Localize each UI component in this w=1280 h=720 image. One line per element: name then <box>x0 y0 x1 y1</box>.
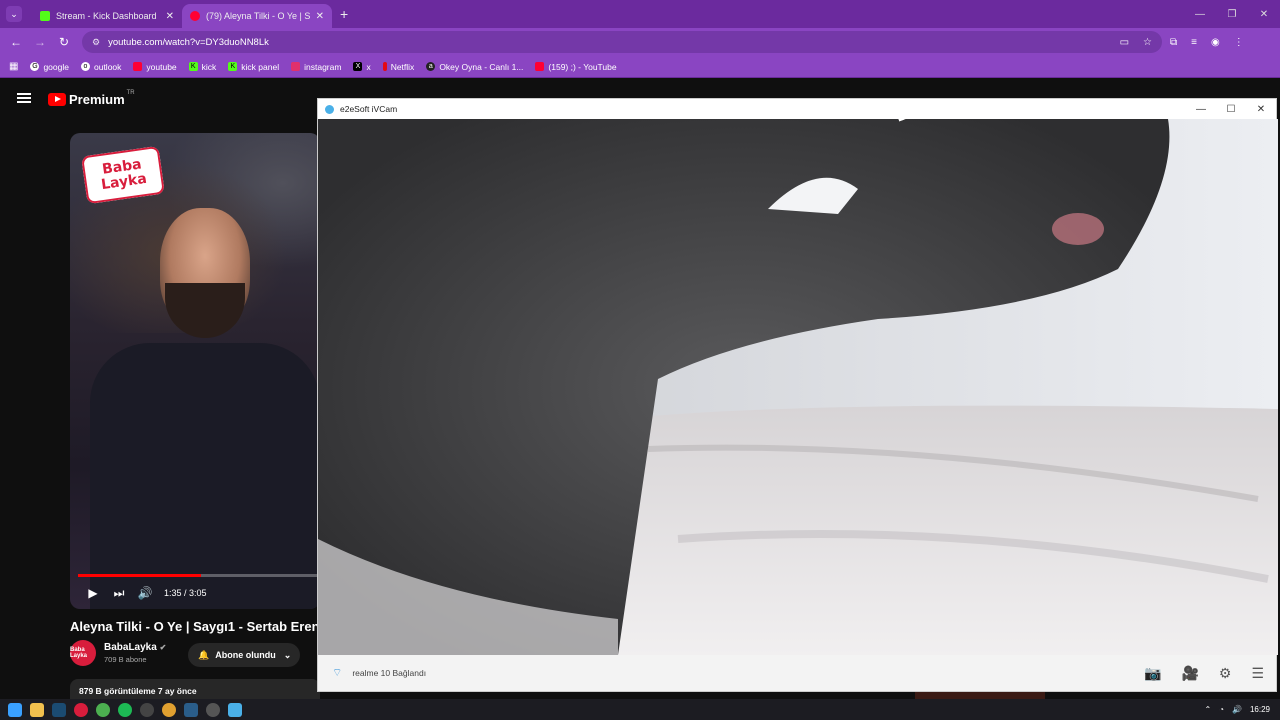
chevron-up-icon[interactable]: ⌃ <box>1204 705 1211 714</box>
bookmark-outlook[interactable]: o outlook <box>80 62 121 72</box>
tab-kick-dashboard[interactable]: Stream - Kick Dashboard ✕ <box>32 4 182 28</box>
video-frame-body <box>90 343 320 609</box>
bookmark-star-icon[interactable]: ☆ <box>1143 37 1152 48</box>
more-menu-icon[interactable]: ⋮ <box>1234 37 1244 48</box>
file-explorer-icon[interactable] <box>30 702 44 717</box>
ivcam-window-title: e2eSoft iVCam <box>340 104 398 114</box>
tab-youtube-video[interactable]: (79) Aleyna Tilki - O Ye | Saygı1 - Sert… <box>182 4 332 28</box>
ivcam-status-bar: ⌔ realme 10 Bağlandı 📷 🎥 ⚙ ☰ <box>318 655 1276 691</box>
obs-icon[interactable] <box>140 702 154 717</box>
menu-icon[interactable]: ☰ <box>1251 665 1264 682</box>
player-controls: ▶ ⏭ 🔊 1:35 / 3:05 <box>70 581 320 605</box>
channel-info: Baba Layka BabaLayka ✔ 709 B abone <box>70 640 166 666</box>
subscribed-button[interactable]: 🔔 Abone olundu ⌄ <box>188 643 300 667</box>
ivcam-title-bar[interactable]: e2eSoft iVCam — ☐ ✕ <box>318 99 1276 119</box>
minimize-button[interactable]: — <box>1184 0 1216 28</box>
bookmark-netflix[interactable]: Netflix <box>382 62 414 72</box>
forward-button[interactable]: → <box>28 35 52 49</box>
connection-status: realme 10 Bağlandı <box>352 668 427 678</box>
bookmark-okey[interactable]: a Okey Oyna - Canlı 1... <box>426 62 523 72</box>
volume-icon[interactable]: 🔊 <box>132 586 158 600</box>
address-bar-row: ← → ↻ ⚙ youtube.com/watch?v=DY3duoNN8Lk … <box>0 28 1280 56</box>
ivcam-app-icon <box>325 104 334 114</box>
close-icon[interactable]: ✕ <box>166 11 174 22</box>
profile-avatar[interactable]: ◉ <box>1211 37 1220 48</box>
extensions-icon[interactable]: ⧉ <box>1170 37 1177 48</box>
wifi-icon: ⌔ <box>332 667 343 679</box>
chevron-down-icon: ⌄ <box>283 649 292 660</box>
restore-button[interactable]: ❐ <box>1216 0 1248 28</box>
opera-icon[interactable] <box>74 702 88 717</box>
camera-feed <box>318 119 1278 655</box>
bookmark-x[interactable]: Xx <box>353 62 371 72</box>
menu-icon[interactable] <box>17 93 31 103</box>
close-icon[interactable]: ✕ <box>316 11 324 22</box>
steam-icon[interactable] <box>184 702 198 717</box>
windows-start-icon[interactable] <box>8 702 22 717</box>
youtube-favicon-icon <box>190 11 200 21</box>
time-display: 1:35 / 3:05 <box>164 588 207 598</box>
video-progress-bar[interactable] <box>78 574 320 577</box>
reload-button[interactable]: ↻ <box>52 35 76 49</box>
bookmark-kick[interactable]: Kkick <box>188 62 216 72</box>
spotify-icon[interactable] <box>118 702 132 717</box>
ivcam-window: e2eSoft iVCam — ☐ ✕ ⌔ realme 10 Bağlandı… <box>317 98 1278 692</box>
cast-icon[interactable]: ▭ <box>1120 37 1129 48</box>
camera-snapshot-icon[interactable]: 📷 <box>1144 665 1161 682</box>
site-info-icon[interactable]: ⚙ <box>92 37 100 48</box>
apps-grid-icon[interactable]: ▦ <box>9 61 18 72</box>
address-input[interactable]: ⚙ youtube.com/watch?v=DY3duoNN8Lk ▭ ☆ <box>82 31 1162 53</box>
bookmark-instagram[interactable]: instagram <box>291 62 341 72</box>
browser-tab-strip: ⌄ Stream - Kick Dashboard ✕ (79) Aleyna … <box>0 0 1280 28</box>
bookmark-google[interactable]: Ggoogle <box>30 62 69 72</box>
close-button[interactable]: ✕ <box>1246 104 1276 115</box>
back-button[interactable]: ← <box>4 35 28 49</box>
steam-icon[interactable] <box>52 702 66 717</box>
kick-favicon-icon <box>40 11 50 21</box>
network-icon[interactable]: ◔ <box>1219 705 1224 714</box>
settings-gear-icon[interactable]: ⚙ <box>1219 665 1232 682</box>
camera-feed-image <box>318 119 1278 655</box>
video-record-icon[interactable]: 🎥 <box>1181 665 1198 682</box>
youtube-logo[interactable]: Premium TR <box>48 90 135 107</box>
minimize-button[interactable]: — <box>1186 104 1216 115</box>
windows-taskbar: ⌃ ◔ 🔊 16:29 <box>0 699 1280 720</box>
ivcam-taskbar-icon[interactable] <box>228 702 242 717</box>
window-controls: — ❐ ✕ <box>1184 0 1280 28</box>
tab-search-button[interactable]: ⌄ <box>6 6 22 22</box>
app-icon[interactable] <box>206 702 220 717</box>
tab-label: (79) Aleyna Tilki - O Ye | Saygı1 - Sert… <box>206 11 310 21</box>
maximize-button[interactable]: ☐ <box>1216 104 1246 115</box>
channel-name[interactable]: BabaLayka ✔ <box>104 642 166 653</box>
channel-avatar[interactable]: Baba Layka <box>70 640 96 666</box>
url-text: youtube.com/watch?v=DY3duoNN8Lk <box>108 36 269 48</box>
video-title: Aleyna Tilki - O Ye | Saygı1 - Sertab Er… <box>70 619 320 634</box>
chrome-icon[interactable] <box>96 702 110 717</box>
close-button[interactable]: ✕ <box>1248 0 1280 28</box>
video-progress-fill <box>78 574 202 577</box>
subscriber-count: 709 B abone <box>104 655 147 664</box>
bookmark-youtube[interactable]: youtube <box>133 62 177 72</box>
video-player[interactable]: Baba Layka ▶ ⏭ 🔊 1:35 / 3:05 <box>70 133 320 609</box>
tab-label: Stream - Kick Dashboard <box>56 11 157 21</box>
verified-icon: ✔ <box>159 643 167 652</box>
bookmark-youtube-2[interactable]: (159) ;) - YouTube <box>535 62 617 72</box>
next-button[interactable]: ⏭ <box>106 586 132 601</box>
volume-icon[interactable]: 🔊 <box>1232 705 1242 714</box>
media-control-icon[interactable]: ≡ <box>1191 37 1197 48</box>
bookmark-kick-panel[interactable]: Kkick panel <box>228 62 279 72</box>
play-button[interactable]: ▶ <box>80 586 106 600</box>
clock[interactable]: 16:29 <box>1250 705 1270 714</box>
new-tab-button[interactable]: + <box>340 6 348 22</box>
youtube-play-logo-icon <box>48 93 66 106</box>
bookmarks-bar: ▦ Ggoogle o outlook youtube Kkick Kkick p… <box>0 56 1280 78</box>
bell-icon: 🔔 <box>198 649 210 660</box>
system-tray: ⌃ ◔ 🔊 16:29 <box>1204 705 1280 714</box>
chrome-profile-icon[interactable] <box>162 702 176 717</box>
